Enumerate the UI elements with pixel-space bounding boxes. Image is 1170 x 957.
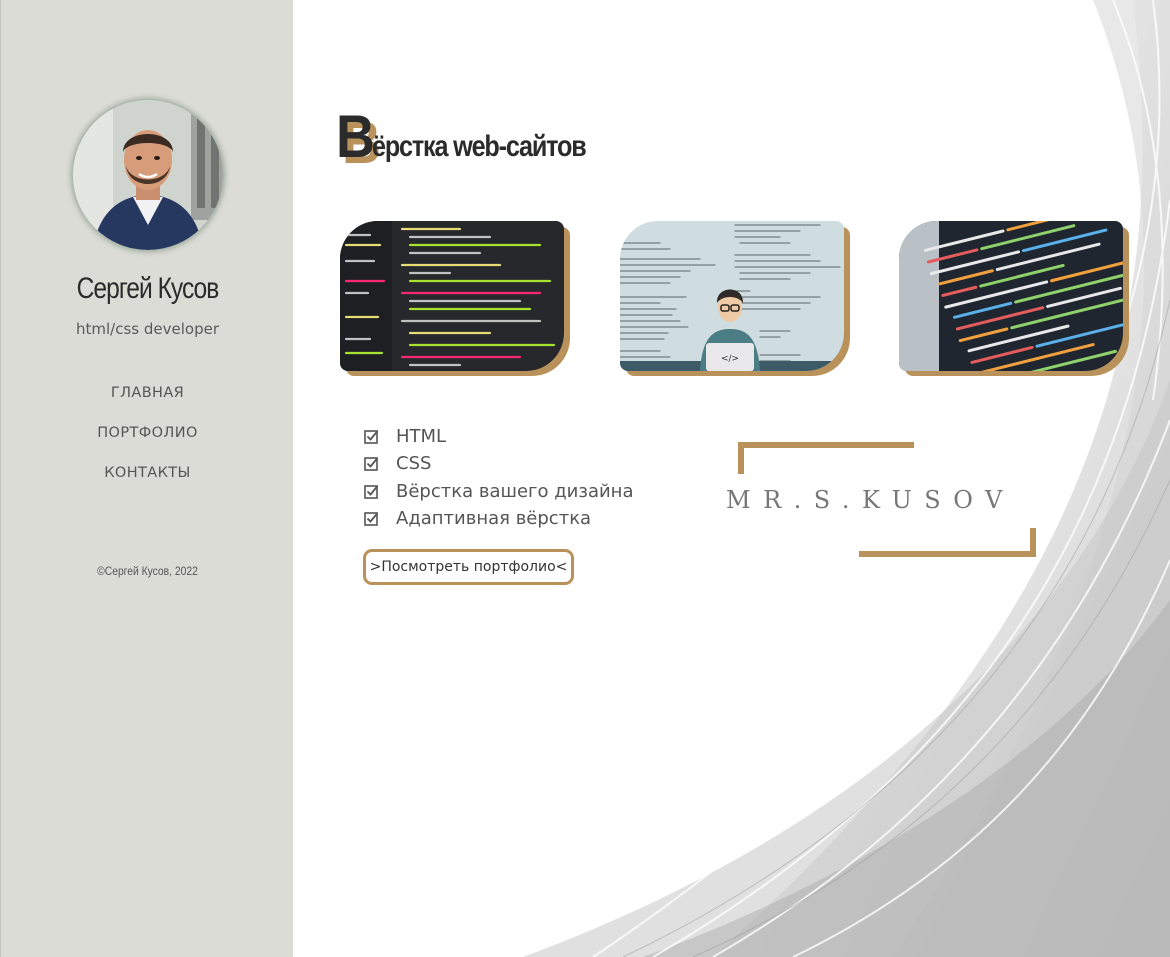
- svg-text:</>: </>: [721, 354, 739, 364]
- page-title: В В ёрстка web-сайтов: [336, 103, 626, 173]
- developer-illustration-image: </>: [620, 221, 844, 371]
- profile-name: Сергей Кусов: [76, 272, 220, 305]
- nav-item-portfolio[interactable]: ПОРТФОЛИО: [1, 423, 294, 463]
- code-closeup-image: [899, 221, 1123, 371]
- main-nav: ГЛАВНАЯ ПОРТФОЛИО КОНТАКТЫ: [1, 383, 294, 503]
- nav-item-contacts[interactable]: КОНТАКТЫ: [1, 463, 294, 503]
- logo: MR.S.KUSOV: [722, 440, 1052, 565]
- checkbox-checked-icon: [364, 456, 379, 472]
- skill-label: CSS: [396, 453, 432, 475]
- code-image-card-1: [340, 221, 570, 376]
- checkbox-checked-icon: [364, 511, 379, 526]
- checkbox-checked-icon: [364, 484, 379, 499]
- list-item: HTML: [364, 423, 633, 450]
- checkbox-checked-icon: [364, 429, 379, 444]
- skills-list: HTML CSS Вёрстка вашего дизайна Адаптивн…: [364, 423, 633, 532]
- code-screenshot-image: [340, 221, 564, 371]
- developer-image-card: </>: [620, 221, 850, 376]
- avatar: [73, 100, 223, 250]
- list-item: CSS: [364, 450, 633, 477]
- sidebar: Сергей Кусов html/css developer ГЛАВНАЯ …: [0, 0, 293, 957]
- code-image-card-2: [899, 221, 1129, 376]
- copyright: ©Сергей Кусов, 2022: [97, 564, 198, 578]
- list-item: Адаптивная вёрстка: [364, 505, 633, 532]
- view-portfolio-button[interactable]: >Посмотреть портфолио<: [363, 549, 574, 585]
- title-initial-letter: В: [336, 103, 376, 170]
- list-item: Вёрстка вашего дизайна: [364, 478, 633, 505]
- logo-text: MR.S.KUSOV: [726, 486, 1015, 514]
- nav-item-home[interactable]: ГЛАВНАЯ: [1, 383, 294, 423]
- skill-label: HTML: [396, 426, 447, 448]
- skill-label: Адаптивная вёрстка: [396, 508, 592, 530]
- title-text: ёрстка web-сайтов: [372, 130, 587, 163]
- profile-role: html/css developer: [76, 320, 219, 338]
- skill-label: Вёрстка вашего дизайна: [396, 480, 634, 502]
- title-initial: В В: [336, 103, 381, 173]
